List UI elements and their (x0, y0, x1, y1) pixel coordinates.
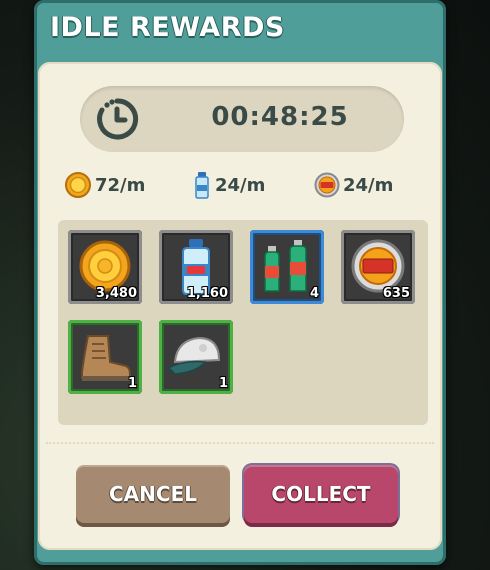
gold-coin-icon (65, 172, 91, 198)
cap-icon (167, 336, 221, 375)
reward-qty: 4 (309, 286, 319, 301)
dialog-title: IDLE REWARDS (50, 12, 285, 43)
reward-slot-boot[interactable]: 1 (68, 320, 142, 394)
exp-bottle-rate-label: 24/m (215, 174, 266, 196)
energy-drinks-icon (264, 240, 307, 292)
exp-coin-icon (314, 172, 340, 198)
reward-qty: 1,160 (186, 286, 228, 301)
reward-slot-exp-bottle[interactable]: 1,160 (159, 230, 233, 304)
gold-rate-label: 72/m (95, 174, 146, 196)
boot-icon (81, 335, 131, 381)
timer-value: 00:48:25 (211, 102, 349, 132)
reward-slot-cap[interactable]: 1 (159, 320, 233, 394)
reward-qty: 635 (382, 286, 410, 301)
reward-qty: 3,480 (95, 286, 137, 301)
collect-button[interactable]: COLLECT (244, 465, 398, 523)
exp-coin-rate-label: 24/m (343, 174, 394, 196)
rewards-grid: 3,480 1,160 4 635 1 1 (58, 220, 428, 425)
cancel-button[interactable]: CANCEL (76, 465, 230, 523)
stopwatch-icon (97, 98, 139, 140)
reward-qty: 1 (218, 376, 228, 391)
reward-slot-energy-drinks[interactable]: 4 (250, 230, 324, 304)
divider (46, 442, 434, 444)
gold-rate: 72/m (64, 170, 145, 200)
exp-coin-rate: 24/m (314, 170, 393, 200)
exp-bottle-icon (195, 172, 209, 199)
dialog-body: 00:48:25 72/m 24/m 24/m 3,480 1,160 4 63… (38, 62, 442, 550)
exp-bottle-rate: 24/m (192, 170, 265, 200)
reward-slot-exp-coin[interactable]: 635 (341, 230, 415, 304)
reward-slot-gold[interactable]: 3,480 (68, 230, 142, 304)
timer-bar: 00:48:25 (80, 86, 404, 152)
rewards-dialog: IDLE REWARDS 00:48:25 72/m 24/m 24/m 3,4… (34, 0, 446, 565)
reward-qty: 1 (127, 376, 137, 391)
